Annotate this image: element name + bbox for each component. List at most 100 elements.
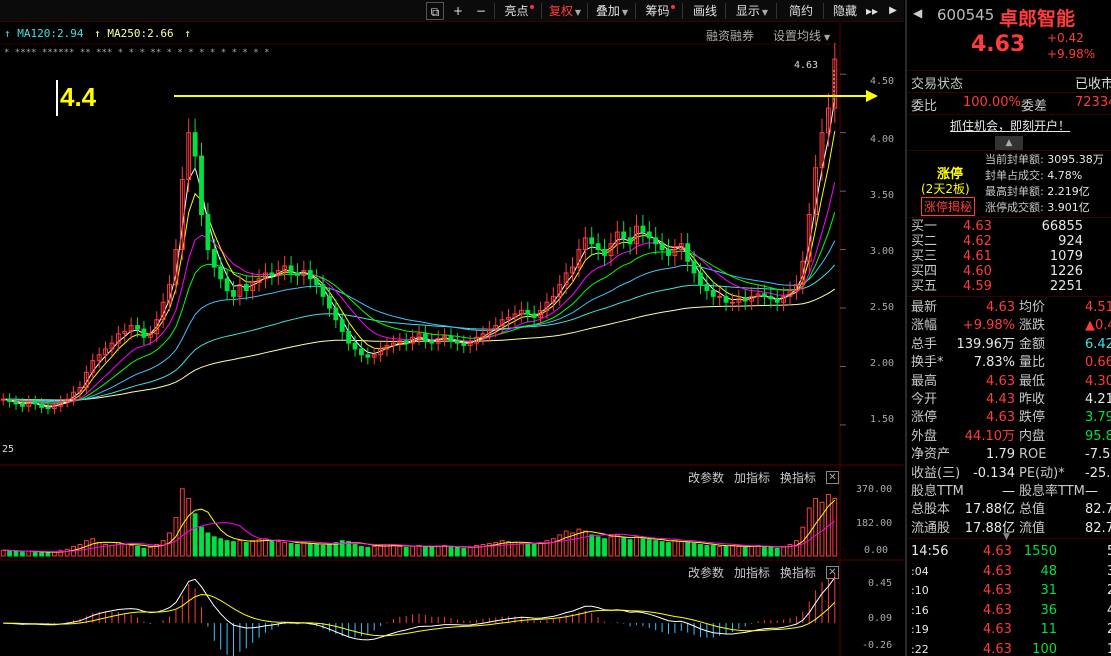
limit-up-row-value: 4.78% [1047, 169, 1083, 182]
volume-bar [243, 542, 249, 557]
stat-label: 涨跌 [1019, 318, 1046, 334]
stat-label: 涨幅 [911, 318, 938, 334]
candle-body [691, 260, 697, 274]
stat-row: 外盘 44.10万内盘 95.87万 [907, 428, 1111, 446]
candle-body [429, 340, 435, 344]
stat-value: ▲0.42 [1085, 318, 1111, 334]
candle-body [730, 301, 735, 304]
stat-label: 换手* [911, 355, 944, 371]
volume-bar [352, 543, 358, 557]
candle-body [314, 278, 320, 286]
stat-label: 均价 [1019, 300, 1046, 315]
limit-up-reveal-button[interactable]: 涨停揭秘 [921, 197, 976, 216]
stat-label: 跌停 [1019, 410, 1046, 426]
bid-row[interactable]: 买三 4.61 1079 [907, 249, 1111, 264]
volume-bar [659, 541, 665, 557]
volume-bar [429, 546, 435, 557]
stat-value: 4.21 [1085, 391, 1111, 407]
stat-row: 最高 4.63最低 4.30 [907, 373, 1111, 391]
tick-time: :19 [911, 623, 929, 636]
volume-bar [410, 545, 416, 557]
stat-value: 4.51 [1085, 300, 1111, 315]
macd-tick: 0.09 [868, 613, 893, 624]
stat-row: 涨停 4.63跌停 3.79 [907, 409, 1111, 427]
collapse-up-icon[interactable]: ▲ [995, 136, 1023, 150]
candle-body [717, 295, 723, 298]
divider [907, 114, 1111, 115]
volume-close-icon[interactable]: ✕ [826, 471, 839, 484]
chart-canvas[interactable]: * **** ****** ** *** * * * ** * * * * * … [0, 0, 904, 656]
tick-count: 2 [1107, 620, 1111, 639]
bid-row[interactable]: 买一 4.63 66855 [907, 219, 1111, 234]
stat-label: 总值 [1019, 502, 1046, 518]
stat-label: 外盘 [911, 428, 938, 444]
candle-body [461, 342, 467, 346]
volume-bar [397, 545, 403, 557]
candle-body [454, 340, 460, 344]
bid-row[interactable]: 买四 4.60 1226 [907, 264, 1111, 279]
volume-bar [83, 540, 89, 557]
stat-row: 收益(三) -0.134PE(动)* -25.96 [907, 465, 1111, 483]
bid-row[interactable]: 买五 4.59 2251 [907, 279, 1111, 294]
price-change: +0.42 [1047, 31, 1084, 45]
volume-bar [672, 540, 678, 557]
stat-value: 4.30 [1085, 373, 1111, 389]
candle-body [7, 398, 13, 403]
stat-value: 82.78亿 [1085, 502, 1111, 518]
macd-params-button[interactable]: 改参数 [688, 564, 724, 581]
volume-bar [595, 536, 601, 557]
bid-label: 买四 [911, 264, 938, 279]
volume-bar [416, 544, 422, 557]
macd-tick: 0.45 [868, 578, 893, 589]
candle-body [19, 403, 25, 407]
tick-volume: 48 [1040, 563, 1057, 579]
volume-bar [736, 545, 742, 557]
annotation-text[interactable]: 4.4 [60, 82, 96, 113]
price-change-pct: +9.98% [1047, 47, 1096, 61]
back-icon[interactable]: ◀ [913, 6, 922, 20]
tick-row: :22 4.63 100 1 [907, 640, 1111, 656]
volume-params-button[interactable]: 改参数 [688, 469, 724, 486]
volume-switch-indicator-button[interactable]: 换指标 [780, 469, 816, 486]
volume-bar [359, 545, 364, 557]
open-account-ad[interactable]: 抓住机会，即刻开户！ [907, 117, 1111, 135]
candle-body [231, 289, 236, 297]
bid-row[interactable]: 买二 4.62 924 [907, 234, 1111, 249]
limit-up-row-value: 3.901亿 [1047, 201, 1090, 214]
volume-bar [314, 543, 320, 557]
volume-bar [666, 542, 671, 557]
volume-bar [589, 534, 595, 557]
volume-bar [13, 550, 19, 557]
volume-bar [634, 536, 639, 557]
volume-bar [698, 543, 703, 557]
collapse-down-icon[interactable]: ▼ [1003, 532, 1010, 542]
volume-bar [141, 547, 147, 557]
trade-status-value: 已收市 [1075, 77, 1111, 92]
volume-add-indicator-button[interactable]: 加指标 [734, 469, 770, 486]
candle-body [640, 225, 646, 233]
divider [907, 150, 1111, 151]
stat-value: +9.98% [962, 318, 1015, 334]
volume-tick: 370.00 [856, 484, 893, 495]
candle-body [295, 272, 300, 276]
volume-bar [442, 544, 448, 557]
volume-bar [646, 539, 652, 557]
limit-up-row: 封单占成交: 4.78% [985, 168, 1104, 184]
volume-bar [749, 545, 755, 557]
bid-label: 买三 [911, 249, 938, 264]
macd-switch-indicator-button[interactable]: 换指标 [780, 564, 816, 581]
candle-body [346, 330, 352, 344]
volume-bar [448, 545, 454, 557]
volume-bar [467, 546, 473, 557]
macd-close-icon[interactable]: ✕ [826, 566, 839, 579]
tick-volume: 1550 [1023, 544, 1057, 559]
volume-bar [282, 542, 288, 557]
volume-bar [7, 550, 13, 557]
stat-value: -7.55% [1085, 447, 1111, 463]
macd-add-indicator-button[interactable]: 加指标 [734, 564, 770, 581]
volume-bar [678, 541, 684, 557]
volume-tick: 182.00 [856, 518, 893, 529]
stat-row: 总股本 17.88亿总值 82.78亿 [907, 501, 1111, 519]
stock-chart-app: ⧉ + − 亮点 复权 ▼ 叠加 ▼ 筹码 画线 显示 ▼ 简约 隐藏 ▸▸ ▶ ↑ … [0, 0, 1111, 656]
volume-bar [109, 544, 115, 557]
